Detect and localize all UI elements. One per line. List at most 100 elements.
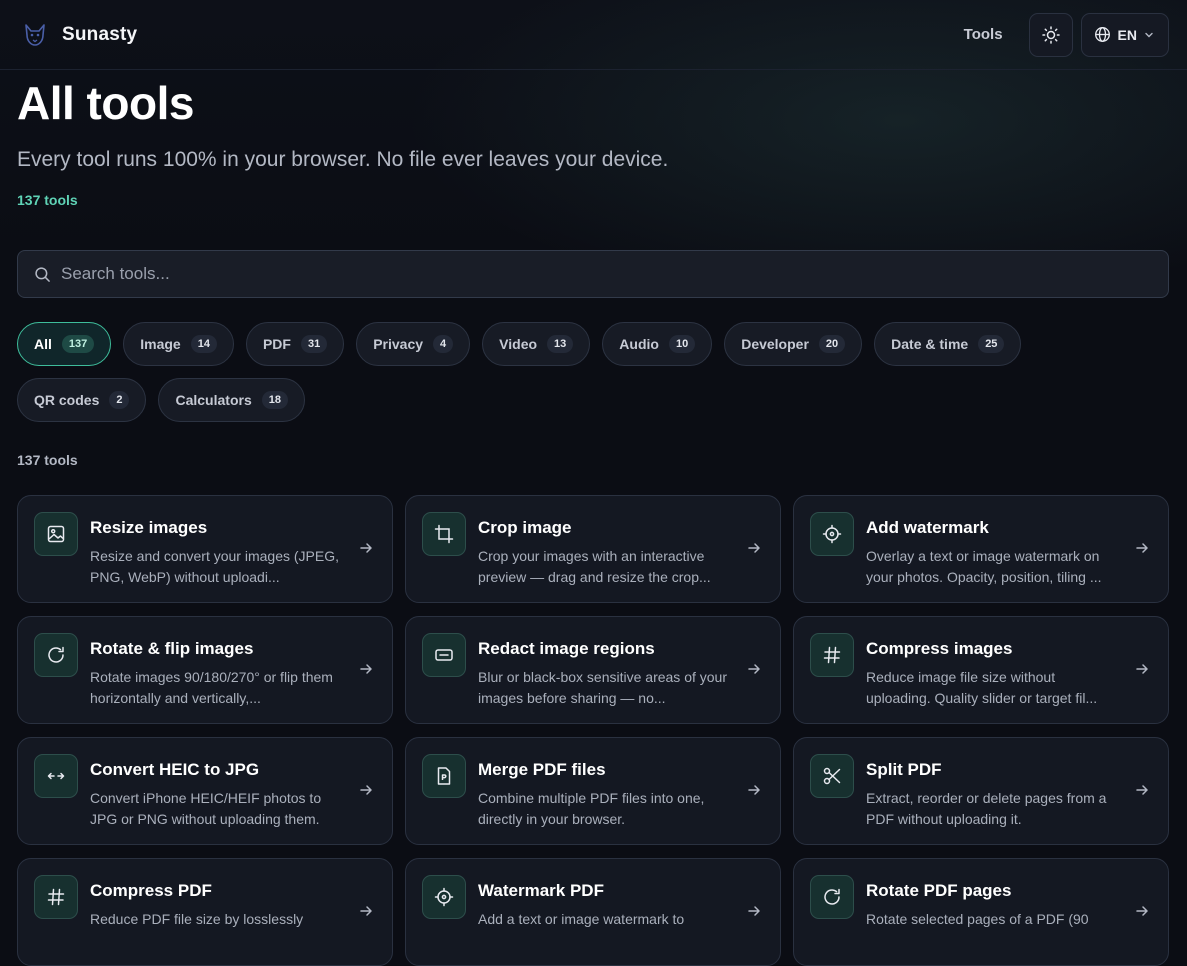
crosshair-icon xyxy=(810,512,854,556)
tool-title: Add watermark xyxy=(866,518,989,537)
tool-description: Reduce PDF file size by losslessly xyxy=(90,911,304,927)
arrow-right-icon xyxy=(1134,782,1150,798)
arrow-right-icon xyxy=(1134,903,1150,919)
chip-label: All xyxy=(34,336,52,352)
rotate-icon xyxy=(810,875,854,919)
chip-label: PDF xyxy=(262,336,291,352)
tool-card-compress-pdf[interactable]: Compress PDF Reduce PDF file size by los… xyxy=(17,858,393,966)
tool-card-crop-image[interactable]: Crop image Crop your images with an inte… xyxy=(405,495,781,603)
category-chip-audio[interactable]: Audio 10 xyxy=(602,322,713,366)
chip-label: Privacy xyxy=(373,336,424,352)
tool-card-merge-pdf-files[interactable]: Merge PDF files Combine multiple PDF fil… xyxy=(405,737,781,845)
search-input[interactable] xyxy=(61,264,1152,284)
tool-count-badge: 137 tools xyxy=(17,192,78,208)
tool-title: Watermark PDF xyxy=(478,881,604,900)
tool-card-redact-image-regions[interactable]: Redact image regions Blur or black-box s… xyxy=(405,616,781,724)
nav-tools-link[interactable]: Tools xyxy=(964,26,1003,43)
category-chip-calculators[interactable]: Calculators 18 xyxy=(158,378,305,422)
crosshair-icon xyxy=(422,875,466,919)
chip-label: Date & time xyxy=(891,336,969,352)
category-chip-privacy[interactable]: Privacy 4 xyxy=(356,322,471,366)
tool-title: Compress PDF xyxy=(90,881,212,900)
search-box[interactable] xyxy=(17,250,1169,298)
chip-count: 137 xyxy=(61,335,95,353)
tool-description: Rotate selected pages of a PDF (90 xyxy=(866,911,1089,927)
tool-title: Rotate PDF pages xyxy=(866,881,1012,900)
tool-title: Resize images xyxy=(90,518,208,537)
tool-title: Split PDF xyxy=(866,760,942,779)
hash-icon xyxy=(810,633,854,677)
search-icon xyxy=(34,266,51,283)
tool-description: Rotate images 90/180/270° or flip them h… xyxy=(90,669,333,706)
arrow-right-icon xyxy=(358,782,374,798)
chip-count: 13 xyxy=(547,335,574,353)
tool-card-add-watermark[interactable]: Add watermark Overlay a text or image wa… xyxy=(793,495,1169,603)
image-icon xyxy=(34,512,78,556)
tool-card-rotate-flip-images[interactable]: Rotate & flip images Rotate images 90/18… xyxy=(17,616,393,724)
tool-description: Resize and convert your images (JPEG, PN… xyxy=(90,548,339,585)
tool-description: Combine multiple PDF files into one, dir… xyxy=(478,790,705,827)
chip-label: Audio xyxy=(619,336,659,352)
tool-card-watermark-pdf[interactable]: Watermark PDF Add a text or image waterm… xyxy=(405,858,781,966)
pdf-file-icon xyxy=(422,754,466,798)
scissors-icon xyxy=(810,754,854,798)
arrow-right-icon xyxy=(746,903,762,919)
tool-grid: Resize images Resize and convert your im… xyxy=(17,495,1169,966)
brand[interactable]: Sunasty xyxy=(20,20,137,50)
tool-description: Convert iPhone HEIC/HEIF photos to JPG o… xyxy=(90,790,322,827)
category-chip-video[interactable]: Video 13 xyxy=(482,322,591,366)
category-chip-qr-codes[interactable]: QR codes 2 xyxy=(17,378,147,422)
tool-title: Redact image regions xyxy=(478,639,655,658)
category-chip-pdf[interactable]: PDF 31 xyxy=(245,322,345,366)
tool-description: Blur or black-box sensitive areas of you… xyxy=(478,669,727,706)
tool-description: Overlay a text or image watermark on you… xyxy=(866,548,1102,585)
category-chip-image[interactable]: Image 14 xyxy=(123,322,234,366)
tool-description: Extract, reorder or delete pages from a … xyxy=(866,790,1107,827)
chip-count: 18 xyxy=(261,391,288,409)
chip-count: 20 xyxy=(818,335,846,353)
chip-count: 25 xyxy=(978,335,1005,353)
chip-label: Image xyxy=(140,336,181,352)
page-subtitle: Every tool runs 100% in your browser. No… xyxy=(17,148,669,171)
fox-logo-icon xyxy=(20,20,50,50)
language-label: EN xyxy=(1117,26,1137,43)
tool-card-convert-heic-to-jpg[interactable]: Convert HEIC to JPG Convert iPhone HEIC/… xyxy=(17,737,393,845)
rotate-icon xyxy=(34,633,78,677)
category-chip-all[interactable]: All 137 xyxy=(17,322,112,366)
category-filters: All 137 Image 14 PDF 31 Privacy 4 Video … xyxy=(17,322,1137,422)
tool-card-rotate-pdf-pages[interactable]: Rotate PDF pages Rotate selected pages o… xyxy=(793,858,1169,966)
chip-label: Calculators xyxy=(175,392,252,408)
category-chip-developer[interactable]: Developer 20 xyxy=(724,322,863,366)
chip-count: 14 xyxy=(190,335,217,353)
brand-name: Sunasty xyxy=(62,23,138,45)
chip-count: 31 xyxy=(300,335,328,353)
arrow-right-icon xyxy=(746,540,762,556)
chip-label: Developer xyxy=(741,336,809,352)
tool-card-resize-images[interactable]: Resize images Resize and convert your im… xyxy=(17,495,393,603)
sun-icon xyxy=(1041,25,1060,44)
crop-icon xyxy=(422,512,466,556)
theme-toggle-button[interactable] xyxy=(1028,12,1073,57)
language-select[interactable]: EN xyxy=(1080,12,1169,57)
tool-card-compress-images[interactable]: Compress images Reduce image file size w… xyxy=(793,616,1169,724)
redact-icon xyxy=(422,633,466,677)
tool-title: Compress images xyxy=(866,639,1013,658)
globe-icon xyxy=(1094,26,1111,43)
tool-title: Merge PDF files xyxy=(478,760,606,779)
chip-count: 10 xyxy=(668,335,696,353)
tool-card-split-pdf[interactable]: Split PDF Extract, reorder or delete pag… xyxy=(793,737,1169,845)
page-title: All tools xyxy=(17,77,194,129)
chevron-down-icon xyxy=(1144,30,1154,40)
arrow-right-icon xyxy=(1134,540,1150,556)
tool-title: Convert HEIC to JPG xyxy=(90,760,260,779)
chip-count: 4 xyxy=(433,335,454,353)
arrow-right-icon xyxy=(358,903,374,919)
chip-count: 2 xyxy=(109,391,130,409)
category-chip-date-time[interactable]: Date & time 25 xyxy=(874,322,1022,366)
tool-description: Add a text or image watermark to xyxy=(478,911,685,927)
chip-label: Video xyxy=(499,336,538,352)
main-content: All tools Every tool runs 100% in your b… xyxy=(17,70,1169,966)
results-count: 137 tools xyxy=(17,452,78,468)
tool-title: Crop image xyxy=(478,518,572,537)
arrow-right-icon xyxy=(746,661,762,677)
